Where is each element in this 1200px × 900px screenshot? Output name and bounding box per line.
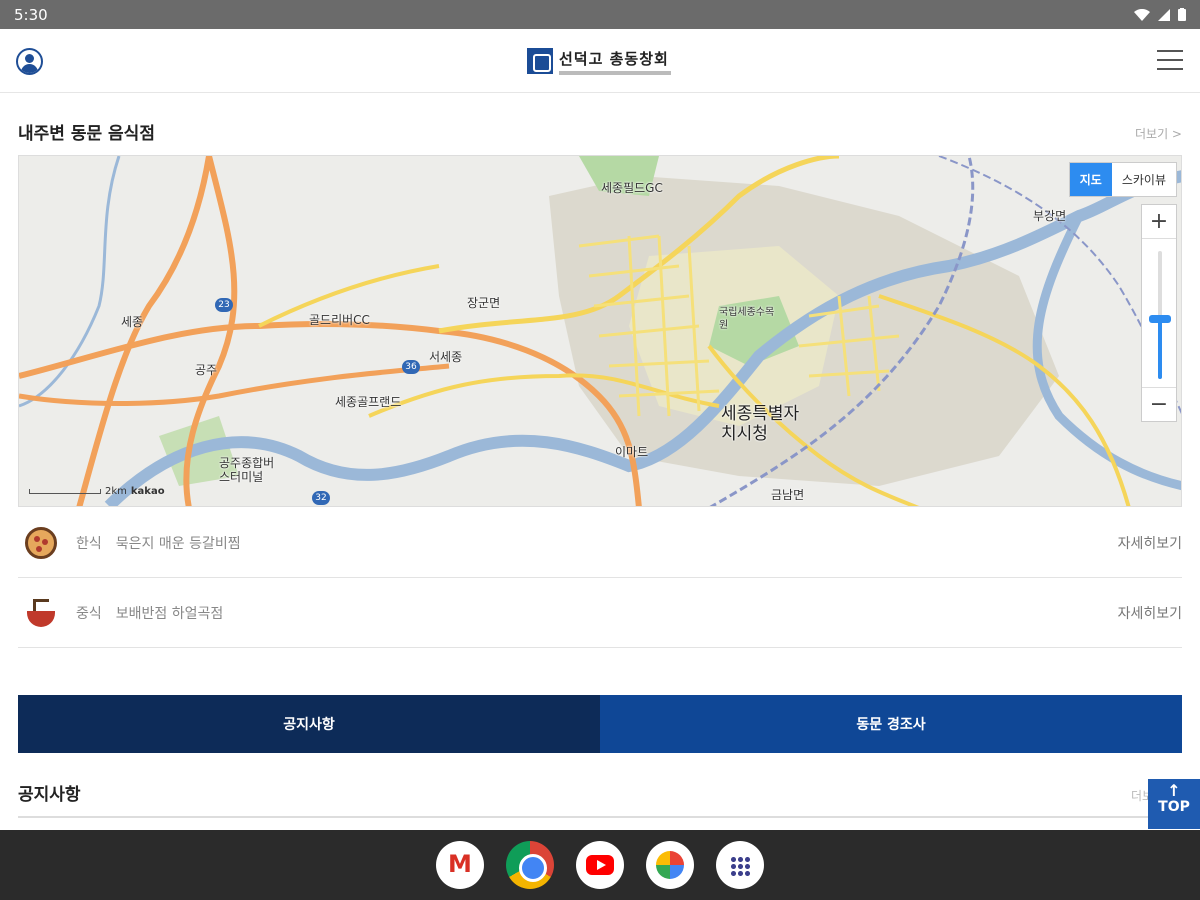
hamburger-menu-icon[interactable] <box>1157 50 1183 72</box>
tab-alumni-events[interactable]: 동문 경조사 <box>600 695 1182 753</box>
app-logo[interactable]: 선덕고 총동창회 <box>527 46 671 76</box>
zoom-out-button[interactable]: − <box>1142 387 1176 421</box>
map-label: 부강면 <box>1033 209 1067 223</box>
map-label-city-hall: 세종특별자치시청 <box>721 404 800 444</box>
list-item[interactable]: 중식 보배반점 하얼곡점 자세히보기 <box>18 578 1182 648</box>
map-label: 공주종합버스터미널 <box>219 456 275 484</box>
photos-icon[interactable] <box>646 841 694 889</box>
section-title-notices: 공지사항 <box>18 785 81 805</box>
zoom-slider-fill <box>1158 317 1162 379</box>
road-shield: 32 <box>312 491 330 505</box>
arrow-up-icon: ↑ <box>1167 781 1181 800</box>
road-shield: 23 <box>215 298 233 312</box>
noodle-bowl-icon <box>25 597 57 629</box>
scroll-to-top-button[interactable]: ↑ TOP <box>1148 779 1200 829</box>
restaurant-name: 묵은지 매운 등갈비찜 <box>115 535 241 552</box>
chrome-icon[interactable] <box>506 841 554 889</box>
zoom-slider-thumb[interactable] <box>1149 315 1171 323</box>
restaurant-detail-link[interactable]: 자세히보기 <box>1118 603 1182 623</box>
youtube-icon[interactable] <box>576 841 624 889</box>
status-icons <box>1134 8 1186 21</box>
map-type-toggle[interactable]: 지도 스카이뷰 <box>1068 162 1177 197</box>
map-canvas[interactable] <box>19 156 1182 507</box>
tab-notices[interactable]: 공지사항 <box>18 695 600 753</box>
map-label: 세종 <box>121 315 144 329</box>
logo-text: 선덕고 총동창회 <box>559 49 669 68</box>
gmail-icon[interactable] <box>436 841 484 889</box>
battery-icon <box>1178 8 1186 21</box>
map-label: 이마트 <box>615 445 649 459</box>
map-label: 골드리버CC <box>309 313 370 327</box>
status-time: 5:30 <box>14 5 48 24</box>
wifi-icon <box>1134 8 1150 21</box>
restaurant-category: 중식 <box>76 605 102 622</box>
divider <box>18 816 1182 818</box>
map-scale: 2km kakao <box>29 486 165 497</box>
scale-bar <box>29 489 101 494</box>
app-dock <box>0 830 1200 900</box>
board-tabs: 공지사항 동문 경조사 <box>18 695 1182 753</box>
scale-label: 2km <box>105 486 127 497</box>
top-label: TOP <box>1158 799 1190 815</box>
road-shield: 36 <box>402 360 420 374</box>
pizza-icon <box>25 526 57 559</box>
restaurant-detail-link[interactable]: 자세히보기 <box>1118 533 1182 553</box>
restaurant-map[interactable]: 세종필드GC 장군면 골드리버CC 서세종 세종골프랜드 공주 공주종합버스터미… <box>18 155 1182 507</box>
map-mode-button[interactable]: 지도 <box>1069 163 1112 196</box>
map-label: 세종골프랜드 <box>335 395 402 409</box>
skyview-mode-button[interactable]: 스카이뷰 <box>1112 163 1176 196</box>
restaurants-more-link[interactable]: 더보기 > <box>1135 125 1182 142</box>
restaurant-category: 한식 <box>76 535 102 552</box>
school-emblem-icon <box>527 48 553 74</box>
map-label: 장군면 <box>467 296 501 310</box>
restaurant-list: 한식 묵은지 매운 등갈비찜 자세히보기 중식 보배반점 하얼곡점 자세히보기 <box>18 508 1182 648</box>
app-drawer-icon[interactable] <box>716 841 764 889</box>
zoom-control[interactable]: + − <box>1141 204 1177 422</box>
section-title-restaurants: 내주변 동문 음식점 <box>18 124 155 144</box>
zoom-in-button[interactable]: + <box>1142 205 1176 239</box>
user-profile-icon[interactable] <box>16 48 43 75</box>
status-bar: 5:30 <box>0 0 1200 29</box>
map-label: 금남면 <box>771 488 805 502</box>
map-attribution: kakao <box>130 486 165 497</box>
map-label: 서세종 <box>429 350 463 364</box>
restaurant-name: 보배반점 하얼곡점 <box>115 605 224 622</box>
map-label: 국립세종수목원 <box>719 307 775 331</box>
logo-subtext-line <box>559 70 671 75</box>
map-label: 공주 <box>195 363 218 377</box>
signal-icon <box>1158 8 1170 21</box>
map-label: 세종필드GC <box>601 181 663 195</box>
list-item[interactable]: 한식 묵은지 매운 등갈비찜 자세히보기 <box>18 508 1182 578</box>
app-header: 선덕고 총동창회 <box>0 29 1200 93</box>
